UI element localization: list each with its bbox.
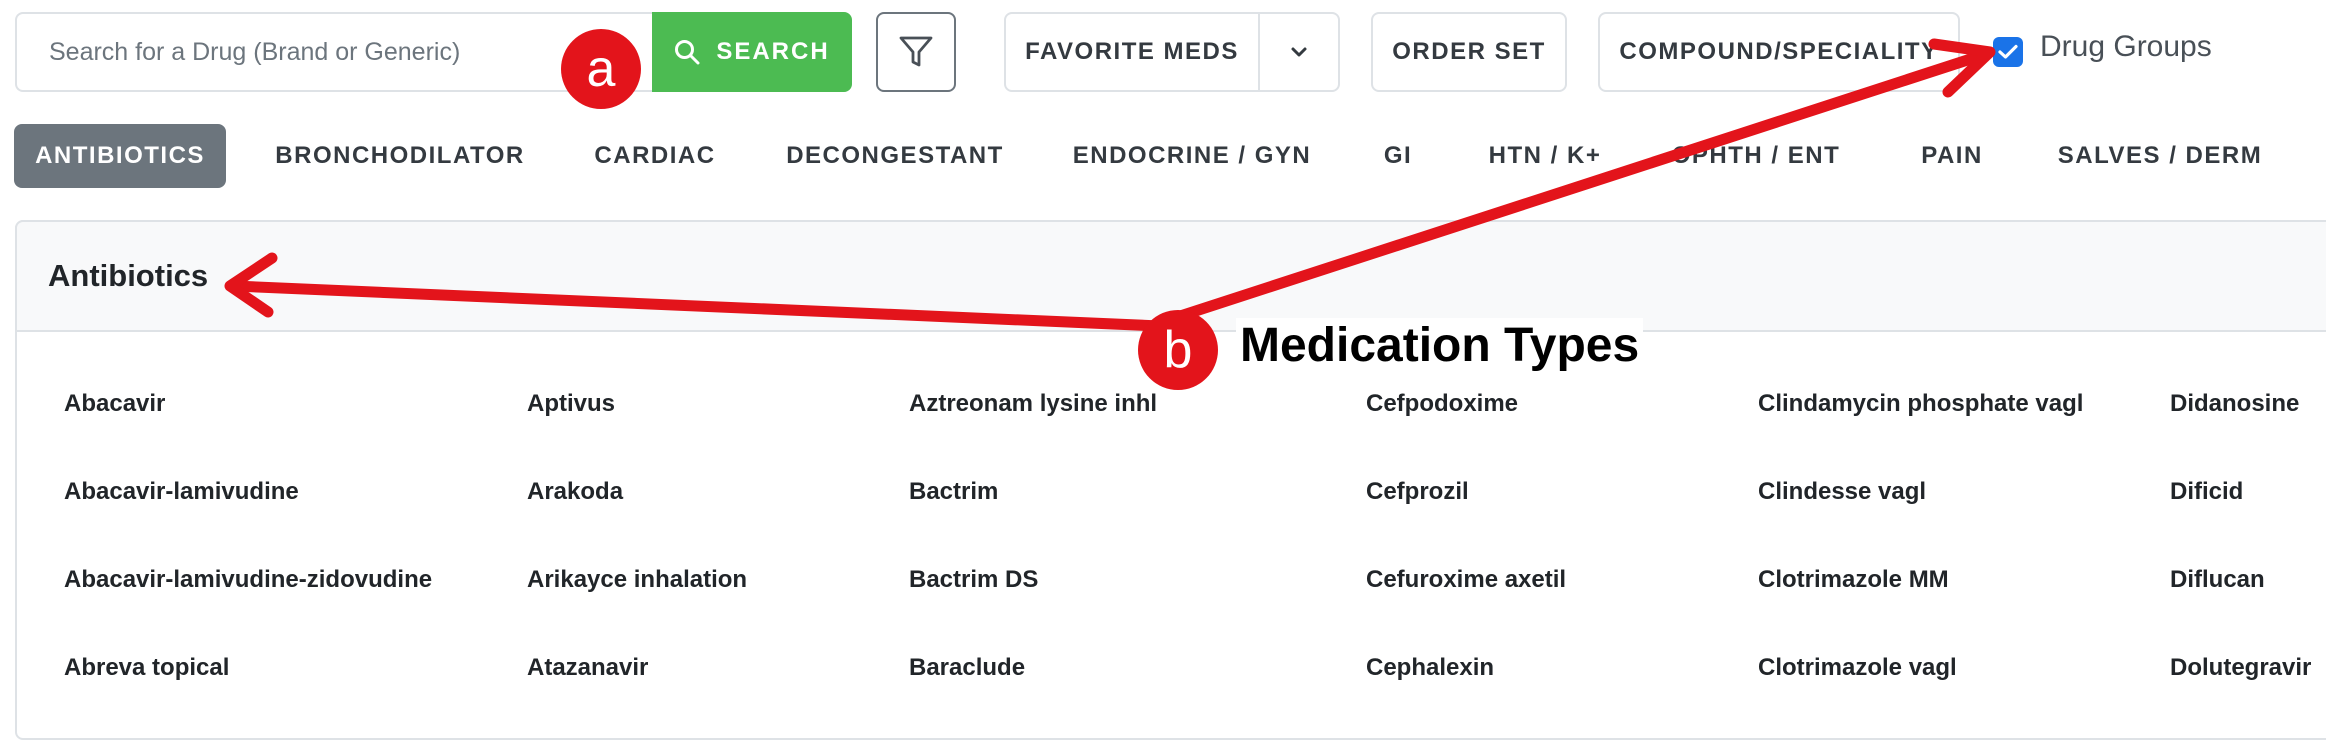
annotation-marker-a: a bbox=[561, 29, 641, 109]
arrow-to-section-title bbox=[228, 280, 1166, 332]
arrow-to-drug-groups bbox=[1162, 48, 1992, 326]
annotation-marker-b: b bbox=[1138, 310, 1218, 390]
